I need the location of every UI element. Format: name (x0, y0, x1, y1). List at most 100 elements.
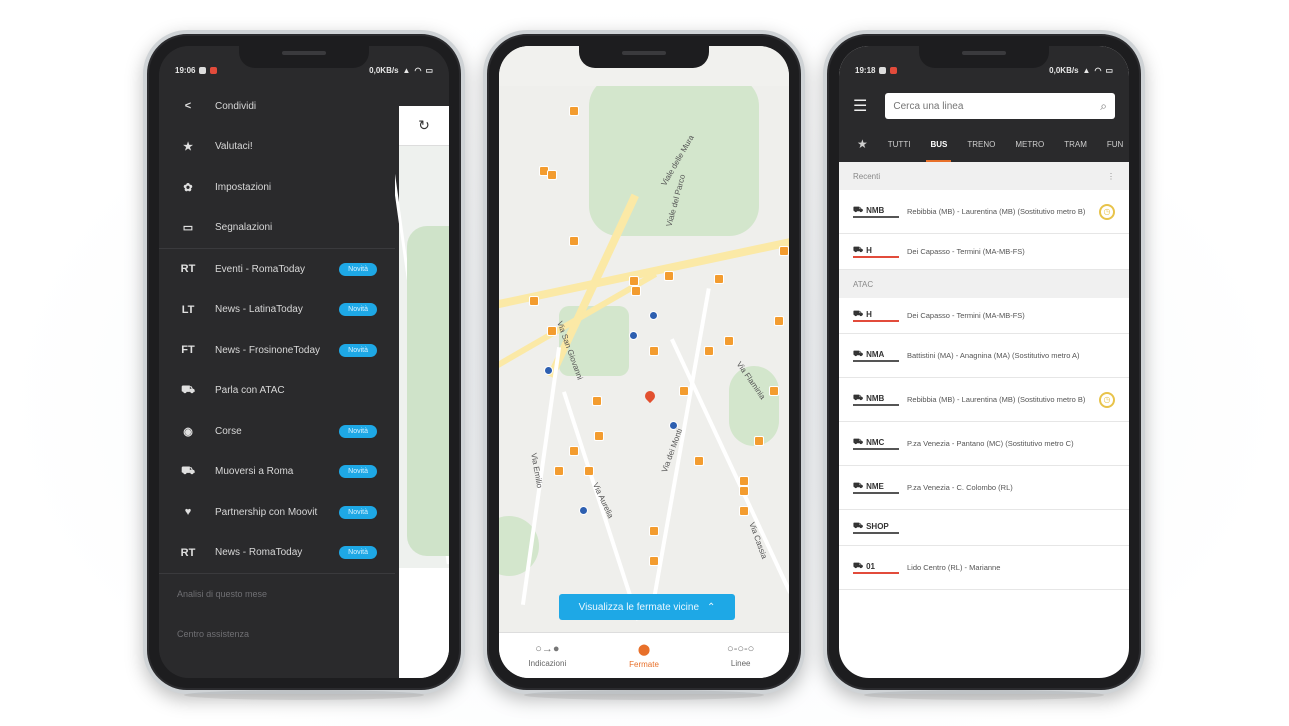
tab-treno[interactable]: TRENO (959, 126, 1003, 162)
search-box[interactable]: ⌕ (885, 93, 1115, 119)
bus-icon: ⛟ (853, 481, 864, 490)
drawer-item[interactable]: ▭ Segnalazioni (159, 208, 395, 249)
nav-item-label: Indicazioni (528, 659, 567, 668)
line-row[interactable]: ⛟ H Dei Capasso - Termini (MA-MB-FS) (839, 234, 1129, 270)
line-code-label: H (866, 309, 872, 319)
bus-stop-marker[interactable] (569, 106, 579, 116)
bus-stop-marker[interactable] (569, 446, 579, 456)
clock-icon[interactable]: ◷ (1099, 203, 1115, 220)
tab-tutti[interactable]: TUTTI (880, 126, 919, 162)
clock-icon[interactable]: ◷ (1099, 391, 1115, 408)
nav-item-indicazioni[interactable]: ○→● Indicazioni (499, 633, 596, 678)
map-view[interactable]: Viale delle Mura Viale del Parco Via dei… (499, 86, 789, 632)
favorites-star-icon[interactable]: ★ (849, 126, 876, 162)
search-icon[interactable]: ⌕ (1100, 99, 1107, 114)
bus-stop-marker[interactable] (547, 326, 557, 336)
bus-stop-marker[interactable] (694, 456, 704, 466)
line-row[interactable]: ⛟ NMC P.za Venezia - Pantano (MC) (Sostitu… (839, 422, 1129, 466)
drawer-section-section-2[interactable]: Centro assistenza (159, 614, 395, 654)
metro-stop-marker[interactable] (649, 311, 658, 320)
bus-stop-marker[interactable] (724, 336, 734, 346)
bus-stop-marker[interactable] (649, 526, 659, 536)
tab-fun[interactable]: FUN (1099, 126, 1129, 162)
bus-icon: ⛟ (853, 521, 864, 530)
line-row[interactable]: ⛟ SHOP (839, 510, 1129, 546)
bus-stop-marker[interactable] (769, 386, 779, 396)
tab-bus[interactable]: BUS (922, 126, 955, 162)
metro-stop-marker[interactable] (579, 506, 588, 515)
handshake-icon: ♥ (184, 506, 192, 519)
bus-stop-marker[interactable] (754, 436, 764, 446)
map-peek[interactable]: ↻ (391, 106, 449, 678)
bus-stop-marker[interactable] (631, 286, 641, 296)
signal-icon: ▲ (402, 65, 411, 75)
bus-icon: ⛟ (853, 245, 864, 254)
search-input[interactable] (893, 100, 1054, 112)
bus-stop-marker[interactable] (779, 246, 789, 256)
bus-stop-marker[interactable] (569, 236, 579, 246)
bus-stop-marker[interactable] (714, 274, 724, 284)
bus-stop-marker[interactable] (554, 466, 564, 476)
bus-stop-marker[interactable] (649, 346, 659, 356)
bus-stop-marker[interactable] (584, 466, 594, 476)
app-bar: ☰ ⌕ (839, 86, 1129, 126)
section-header-recent: Recenti ⋮ (839, 162, 1129, 190)
drawer-section-section-1[interactable]: Analisi di questo mese (159, 574, 395, 614)
network-speed: 0,0KB/s (1049, 65, 1079, 75)
bus-stop-marker[interactable] (739, 486, 749, 496)
drawer-item[interactable]: ♥ Partnership con Moovit Novità (159, 492, 395, 533)
drawer-item[interactable]: ★ Valutaci! (159, 127, 395, 168)
status-time: 19:06 (175, 65, 196, 75)
line-code: ⛟ NMC (853, 437, 899, 450)
drawer-item[interactable]: ◉ Corse Novità (159, 411, 395, 452)
menu-icon[interactable]: ☰ (853, 96, 867, 116)
bus-icon: ⛟ (181, 383, 195, 396)
bus-stop-marker[interactable] (664, 271, 674, 281)
bus-stop-marker[interactable] (629, 276, 639, 286)
line-row[interactable]: ⛟ NME P.za Venezia - C. Colombo (RL) (839, 466, 1129, 510)
line-row[interactable]: ⛟ NMB Rebibbia (MB) - Laurentina (MB) (Sos… (839, 190, 1129, 234)
drawer-item[interactable]: ⛟ Parla con ATAC (159, 371, 395, 412)
drawer-item[interactable]: ✿ Impostazioni (159, 167, 395, 208)
line-row[interactable]: ⛟ H Dei Capasso - Termini (MA-MB-FS) (839, 298, 1129, 334)
bus-stop-marker[interactable] (774, 316, 784, 326)
line-description: P.za Venezia - C. Colombo (RL) (907, 482, 1013, 492)
line-code-label: NME (866, 481, 884, 491)
line-code-label: 01 (866, 561, 875, 571)
bus-stop-marker[interactable] (679, 386, 689, 396)
nav-item-linee[interactable]: ○-○-○ Linee (692, 633, 789, 678)
wifi-icon: ◠ (414, 65, 422, 75)
bus-stop-marker[interactable] (547, 170, 557, 180)
bus-stop-marker[interactable] (649, 556, 659, 566)
drawer-item[interactable]: RT News - RomaToday Novità (159, 533, 395, 574)
line-row[interactable]: ⛟ 01 Lido Centro (RL) - Marianne (839, 546, 1129, 590)
bus-stop-marker[interactable] (594, 431, 604, 441)
current-location-pin-icon (642, 388, 658, 404)
drawer-item[interactable]: ⛟ Muoversi a Roma Novità (159, 452, 395, 493)
metro-stop-marker[interactable] (629, 331, 638, 340)
network-speed: 0,0KB/s (369, 65, 399, 75)
bottom-navigation: ○→● Indicazioni ⬤ Fermate ○-○-○ Linee (499, 632, 789, 678)
bus-stop-marker[interactable] (592, 396, 602, 406)
rt2-icon: RT (180, 546, 196, 559)
refresh-icon[interactable]: ↻ (399, 106, 449, 146)
drawer-item[interactable]: < Condividi (159, 86, 395, 127)
line-row[interactable]: ⛟ NMA Battistini (MA) - Anagnina (MA) (Sos… (839, 334, 1129, 378)
nearby-stops-button[interactable]: Visualizza le fermate vicine ⌃ (559, 594, 735, 620)
nav-item-fermate[interactable]: ⬤ Fermate (596, 633, 693, 678)
tab-metro[interactable]: METRO (1007, 126, 1052, 162)
new-badge: Novità (339, 424, 377, 438)
tab-tram[interactable]: TRAM (1056, 126, 1095, 162)
drawer-item[interactable]: FT News - FrosinoneToday Novità (159, 330, 395, 371)
line-row[interactable]: ⛟ NMB Rebibbia (MB) - Laurentina (MB) (Sos… (839, 378, 1129, 422)
map-screen: Viale delle Mura Viale del Parco Via dei… (499, 46, 789, 678)
more-vertical-icon[interactable]: ⋮ (1107, 172, 1115, 181)
drawer-item[interactable]: RT Eventi - RomaToday Novità (159, 249, 395, 290)
bus-stop-marker[interactable] (739, 476, 749, 486)
bus-stop-marker[interactable] (739, 506, 749, 516)
metro-stop-marker[interactable] (669, 421, 678, 430)
drawer-item[interactable]: LT News - LatinaToday Novità (159, 290, 395, 331)
bus-stop-marker[interactable] (529, 296, 539, 306)
bus-stop-marker[interactable] (704, 346, 714, 356)
metro-stop-marker[interactable] (544, 366, 553, 375)
